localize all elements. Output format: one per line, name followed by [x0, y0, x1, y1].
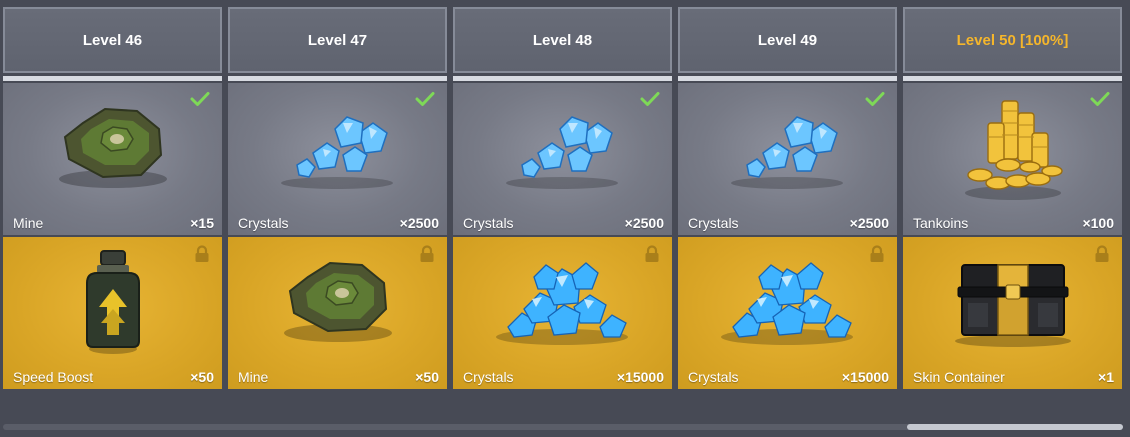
- reward-name: Crystals: [463, 215, 514, 231]
- tier-level-header: Level 47: [228, 7, 447, 73]
- tankoins-icon: [958, 93, 1068, 208]
- reward-name: Speed Boost: [13, 369, 94, 385]
- tier-level-header: Level 50 [100%]: [903, 7, 1122, 73]
- free-reward-card[interactable]: Tankoins ×100: [903, 83, 1122, 235]
- reward-name: Mine: [238, 369, 269, 385]
- reward-quantity: ×2500: [399, 215, 439, 231]
- free-reward-card[interactable]: Crystals ×2500: [228, 83, 447, 235]
- reward-quantity: ×2500: [624, 215, 664, 231]
- free-reward-card[interactable]: Mine ×15: [3, 83, 222, 235]
- crystals-small-icon: [498, 93, 628, 198]
- reward-quantity: ×1: [1098, 369, 1114, 385]
- check-icon: [640, 91, 660, 112]
- reward-name: Crystals: [688, 369, 739, 385]
- tier-progress-strip: [678, 76, 897, 81]
- reward-quantity: ×2500: [849, 215, 889, 231]
- reward-quantity: ×15000: [841, 369, 889, 385]
- tier-progress-strip: [903, 76, 1122, 81]
- lock-icon: [869, 245, 885, 268]
- tier-progress-strip: [228, 76, 447, 81]
- crystals-pile-icon: [488, 247, 638, 352]
- tier-column: Level 50 [100%] Tankoins ×100 Skin Containe…: [903, 7, 1122, 389]
- tier-progress-strip: [453, 76, 672, 81]
- reward-name: Crystals: [463, 369, 514, 385]
- lock-icon: [1094, 245, 1110, 268]
- reward-quantity: ×50: [415, 369, 439, 385]
- horizontal-scrollbar-thumb[interactable]: [907, 424, 1123, 430]
- lock-icon: [419, 245, 435, 268]
- check-icon: [1090, 91, 1110, 112]
- reward-name: Skin Container: [913, 369, 1005, 385]
- free-reward-card[interactable]: Crystals ×2500: [453, 83, 672, 235]
- reward-quantity: ×15: [190, 215, 214, 231]
- check-icon: [190, 91, 210, 112]
- tier-progress-strip: [3, 76, 222, 81]
- lock-icon: [194, 245, 210, 268]
- free-reward-card[interactable]: Crystals ×2500: [678, 83, 897, 235]
- premium-reward-card[interactable]: Mine ×50: [228, 237, 447, 389]
- tier-column: Level 46 Mine ×15 Speed Boost ×50: [3, 7, 222, 389]
- mine-icon: [53, 93, 173, 198]
- premium-reward-card[interactable]: Speed Boost ×50: [3, 237, 222, 389]
- reward-quantity: ×100: [1082, 215, 1114, 231]
- skin-container-icon: [948, 247, 1078, 352]
- premium-reward-card[interactable]: Skin Container ×1: [903, 237, 1122, 389]
- crystals-pile-icon: [713, 247, 863, 352]
- check-icon: [415, 91, 435, 112]
- tier-level-header: Level 48: [453, 7, 672, 73]
- speed-boost-icon: [73, 247, 153, 362]
- tier-column: Level 49 Crystals ×2500 Crystals ×15000: [678, 7, 897, 389]
- tier-level-header: Level 49: [678, 7, 897, 73]
- premium-reward-card[interactable]: Crystals ×15000: [453, 237, 672, 389]
- battle-pass-tier-grid: Level 46 Mine ×15 Speed Boost ×50 Level 47 Cry…: [3, 7, 1122, 389]
- mine-icon: [278, 247, 398, 352]
- reward-quantity: ×15000: [616, 369, 664, 385]
- lock-icon: [644, 245, 660, 268]
- reward-name: Crystals: [238, 215, 289, 231]
- tier-column: Level 48 Crystals ×2500 Crystals ×15000: [453, 7, 672, 389]
- reward-quantity: ×50: [190, 369, 214, 385]
- reward-name: Mine: [13, 215, 44, 231]
- premium-reward-card[interactable]: Crystals ×15000: [678, 237, 897, 389]
- tier-column: Level 47 Crystals ×2500 Mine ×50: [228, 7, 447, 389]
- crystals-small-icon: [273, 93, 403, 198]
- crystals-small-icon: [723, 93, 853, 198]
- tier-level-header: Level 46: [3, 7, 222, 73]
- reward-name: Tankoins: [913, 215, 969, 231]
- check-icon: [865, 91, 885, 112]
- reward-name: Crystals: [688, 215, 739, 231]
